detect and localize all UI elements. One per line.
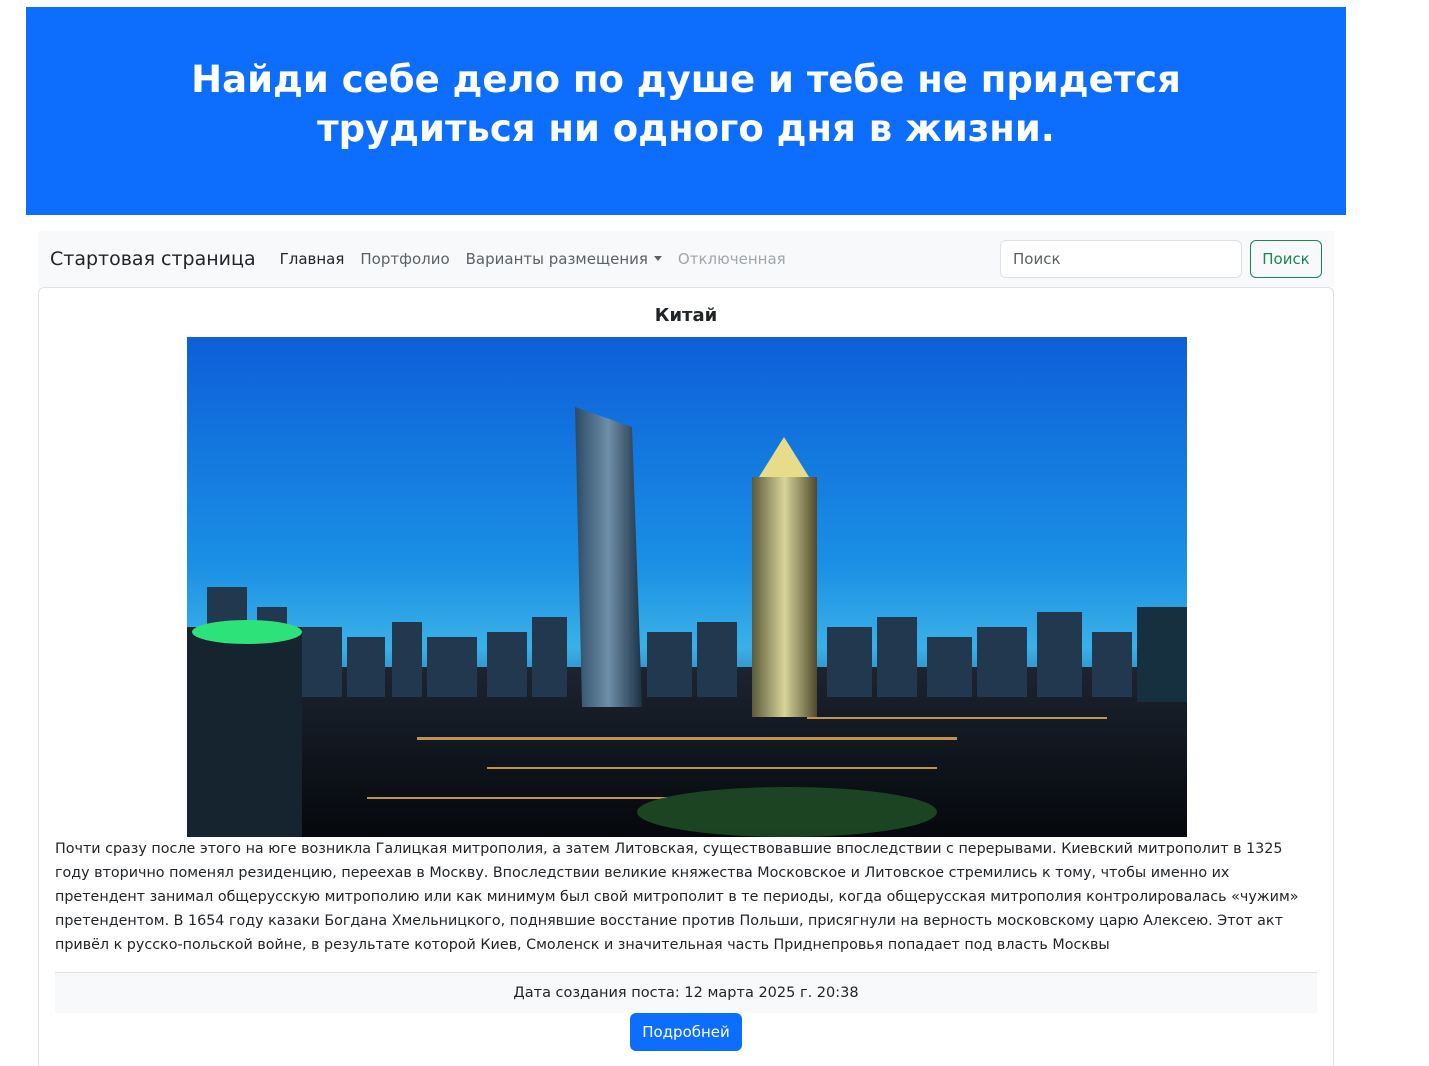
post-card: Китай Почти сразу после этого на юге воз… [38, 287, 1334, 1066]
post-title: Китай [654, 305, 718, 326]
nav-link-home[interactable]: Главная [280, 250, 345, 268]
navbar: Стартовая страница Главная Портфолио Вар… [38, 231, 1334, 287]
navbar-brand[interactable]: Стартовая страница [50, 248, 256, 270]
more-button[interactable]: Подробней [630, 1013, 742, 1051]
nav-dropdown-placement[interactable]: Варианты размещения [466, 250, 662, 268]
chevron-down-icon [653, 256, 662, 261]
banner-title: Найди себе дело по душе и тебе не придет… [191, 58, 1181, 150]
hero-banner: Найди себе дело по душе и тебе не придет… [26, 7, 1346, 215]
nav-dropdown-label: Варианты размещения [465, 250, 648, 268]
search-button[interactable]: Поиск [1250, 240, 1322, 278]
post-text: Почти сразу после этого на юге возникла … [55, 841, 1299, 953]
nav-link-portfolio[interactable]: Портфолио [360, 250, 449, 268]
search-input[interactable] [1000, 240, 1242, 278]
nav-link-disabled: Отключенная [677, 250, 786, 268]
post-image [187, 337, 1187, 837]
post-footer-date: Дата создания поста: 12 марта 2025 г. 20… [55, 972, 1317, 1013]
